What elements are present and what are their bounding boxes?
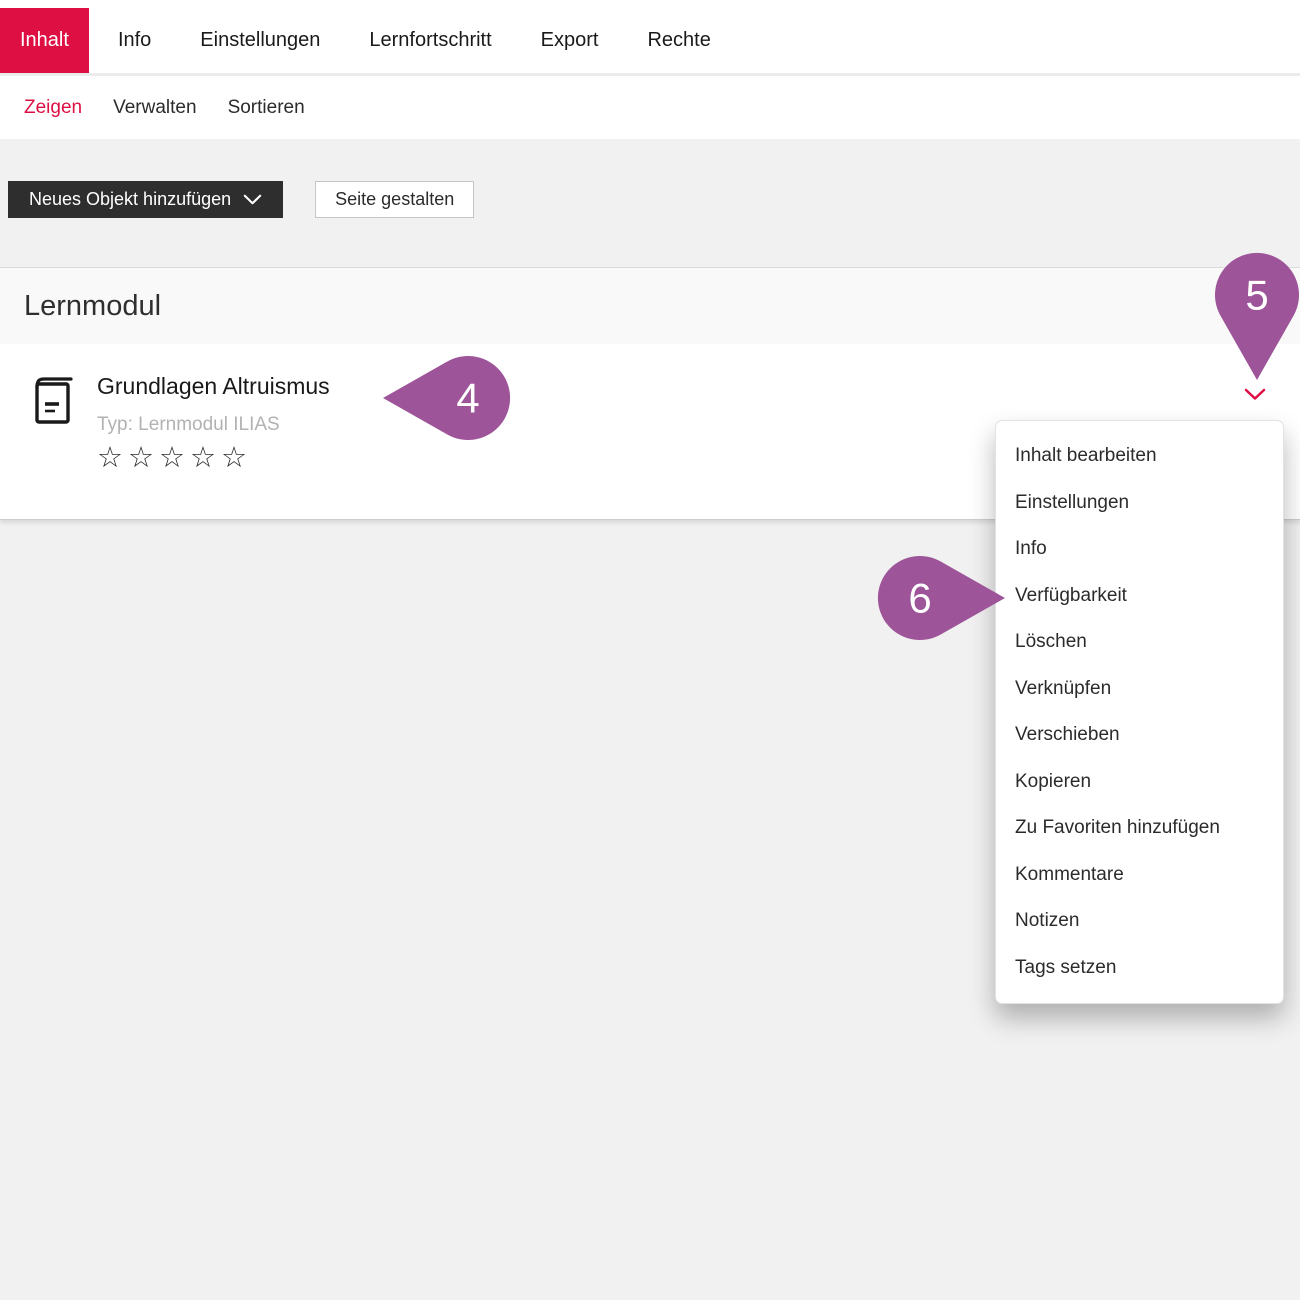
section-title: Lernmodul bbox=[24, 290, 161, 323]
menu-item-kopieren[interactable]: Kopieren bbox=[996, 759, 1283, 806]
add-object-button[interactable]: Neues Objekt hinzufügen bbox=[8, 181, 283, 218]
menu-item-einstellungen[interactable]: Einstellungen bbox=[996, 480, 1283, 527]
menu-item-verknuepfen[interactable]: Verknüpfen bbox=[996, 666, 1283, 713]
item-type-label: Typ: Lernmodul ILIAS bbox=[97, 414, 330, 436]
section-header: Lernmodul bbox=[0, 267, 1300, 344]
star-icon[interactable]: ☆ bbox=[159, 440, 190, 474]
menu-item-loeschen[interactable]: Löschen bbox=[996, 619, 1283, 666]
menu-item-kommentare[interactable]: Kommentare bbox=[996, 852, 1283, 899]
subtab-zeigen[interactable]: Zeigen bbox=[24, 97, 82, 119]
tab-export[interactable]: Export bbox=[521, 8, 619, 73]
tab-bar: Inhalt Info Einstellungen Lernfortschrit… bbox=[0, 0, 1300, 76]
tab-inhalt[interactable]: Inhalt bbox=[0, 8, 89, 73]
star-icon[interactable]: ☆ bbox=[190, 440, 221, 474]
menu-item-zu-favoriten-hinzufuegen[interactable]: Zu Favoriten hinzufügen bbox=[996, 805, 1283, 852]
callout-5-marker: 5 bbox=[1210, 250, 1300, 385]
star-icon[interactable]: ☆ bbox=[221, 440, 252, 474]
callout-4-marker: 4 bbox=[378, 348, 513, 448]
chevron-down-icon bbox=[1244, 388, 1266, 401]
actions-dropdown-toggle[interactable] bbox=[1244, 388, 1266, 406]
item-body: Grundlagen Altruismus Typ: Lernmodul ILI… bbox=[97, 371, 330, 473]
callout-6-number: 6 bbox=[908, 575, 931, 622]
callout-5-number: 5 bbox=[1245, 272, 1268, 319]
tab-einstellungen[interactable]: Einstellungen bbox=[180, 8, 340, 73]
subnav: Zeigen Verwalten Sortieren bbox=[0, 76, 1300, 139]
subtab-sortieren[interactable]: Sortieren bbox=[228, 97, 305, 119]
learning-module-icon bbox=[30, 374, 74, 426]
item-title-link[interactable]: Grundlagen Altruismus bbox=[97, 371, 330, 401]
menu-item-verschieben[interactable]: Verschieben bbox=[996, 712, 1283, 759]
chevron-down-icon bbox=[243, 194, 262, 206]
callout-4-number: 4 bbox=[456, 375, 479, 422]
star-icon[interactable]: ☆ bbox=[97, 440, 128, 474]
add-object-label: Neues Objekt hinzufügen bbox=[29, 189, 231, 210]
menu-item-inhalt-bearbeiten[interactable]: Inhalt bearbeiten bbox=[996, 433, 1283, 480]
menu-item-tags-setzen[interactable]: Tags setzen bbox=[996, 945, 1283, 992]
tab-lernfortschritt[interactable]: Lernfortschritt bbox=[349, 8, 511, 73]
menu-item-verfuegbarkeit[interactable]: Verfügbarkeit bbox=[996, 573, 1283, 620]
callout-6-marker: 6 bbox=[870, 548, 1010, 648]
subtab-verwalten[interactable]: Verwalten bbox=[113, 97, 196, 119]
menu-item-notizen[interactable]: Notizen bbox=[996, 898, 1283, 945]
menu-item-info[interactable]: Info bbox=[996, 526, 1283, 573]
tab-rechte[interactable]: Rechte bbox=[627, 8, 730, 73]
tab-info[interactable]: Info bbox=[98, 8, 171, 73]
star-icon[interactable]: ☆ bbox=[128, 440, 159, 474]
design-page-button[interactable]: Seite gestalten bbox=[315, 181, 474, 218]
toolbar: Neues Objekt hinzufügen Seite gestalten bbox=[0, 139, 1300, 267]
rating-stars[interactable]: ☆☆☆☆☆ bbox=[97, 441, 330, 473]
actions-dropdown-menu: Inhalt bearbeiten Einstellungen Info Ver… bbox=[995, 420, 1284, 1004]
